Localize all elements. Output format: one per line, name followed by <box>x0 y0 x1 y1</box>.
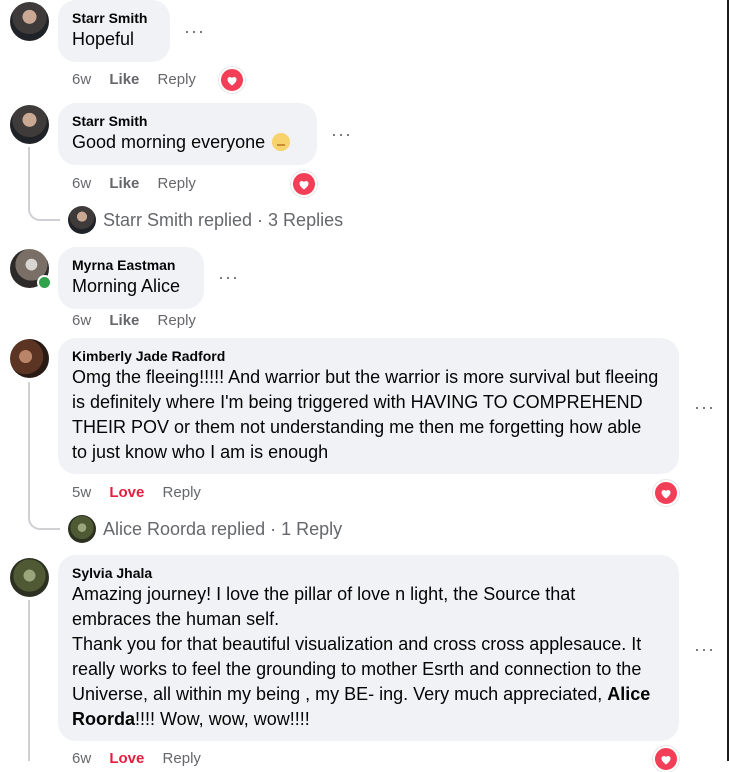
reply-button[interactable]: Reply <box>163 484 201 501</box>
comment-text: Amazing journey! I love the pillar of lo… <box>72 582 659 732</box>
thread-connector <box>28 512 60 530</box>
avatar[interactable] <box>10 2 49 41</box>
comment-actions: 6w Like Reply <box>72 175 210 192</box>
replies-summary[interactable]: Starr Smith replied · 3 Replies <box>103 210 343 231</box>
reply-button[interactable]: Reply <box>158 71 196 88</box>
comment-paragraph-text: Thank you for that beautiful visualizati… <box>72 634 642 704</box>
thread-line <box>28 600 30 761</box>
comment-paragraph: Thank you for that beautiful visualizati… <box>72 632 659 732</box>
like-button[interactable]: Like <box>109 175 139 192</box>
comment-text: Hopeful <box>72 29 135 49</box>
heart-reaction-icon[interactable] <box>653 746 679 772</box>
view-replies-link[interactable]: Starr Smith replied · 3 Replies <box>68 206 343 234</box>
comment-actions: 5w Love Reply <box>72 484 215 501</box>
reply-avatar <box>68 515 96 543</box>
comment-bubble: Starr Smith Good morning everyone <box>58 103 317 165</box>
comment-bubble: Kimberly Jade Radford Omg the fleeing!!!… <box>58 338 679 474</box>
comment-bubble: Myrna Eastman Morning Alice <box>58 247 204 309</box>
comment-actions: 6w Like Reply <box>72 71 210 88</box>
more-options-icon[interactable]: ··· <box>218 268 239 286</box>
heart-reaction-icon[interactable] <box>653 480 679 506</box>
thread-line <box>28 147 30 205</box>
replies-summary[interactable]: Alice Roorda replied · 1 Reply <box>103 519 342 540</box>
comment-author[interactable]: Starr Smith <box>72 9 156 27</box>
comment-paragraph: Amazing journey! I love the pillar of lo… <box>72 584 576 629</box>
more-options-icon[interactable]: ··· <box>331 125 352 143</box>
thread-connector <box>28 203 60 221</box>
view-replies-link[interactable]: Alice Roorda replied · 1 Reply <box>68 515 342 543</box>
comment-author[interactable]: Starr Smith <box>72 112 303 130</box>
reply-button[interactable]: Reply <box>158 175 196 192</box>
comment-bubble: Sylvia Jhala Amazing journey! I love the… <box>58 555 679 741</box>
thread-line <box>28 382 30 514</box>
more-options-icon[interactable]: ··· <box>694 640 715 658</box>
like-button[interactable]: Like <box>109 71 139 88</box>
reply-button[interactable]: Reply <box>163 750 201 767</box>
reply-avatar <box>68 206 96 234</box>
love-button[interactable]: Love <box>109 484 144 501</box>
comment-actions: 6w Like Reply <box>72 312 210 329</box>
comment-text: Good morning everyone <box>72 130 303 155</box>
heart-reaction-icon[interactable] <box>291 171 317 197</box>
comment-bubble: Starr Smith Hopeful <box>58 0 170 62</box>
comment-text-content: Good morning everyone <box>72 132 266 152</box>
comment-text: Omg the fleeing!!!!! And warrior but the… <box>72 367 659 462</box>
comment-author[interactable]: Kimberly Jade Radford <box>72 347 659 365</box>
avatar[interactable] <box>10 558 49 597</box>
reply-button[interactable]: Reply <box>158 312 196 329</box>
like-button[interactable]: Like <box>109 312 139 329</box>
online-status-icon <box>37 275 52 290</box>
comment-author[interactable]: Sylvia Jhala <box>72 564 659 582</box>
comment-paragraph-end: !!!! Wow, wow, wow!!!! <box>135 709 310 729</box>
comment-time[interactable]: 6w <box>72 71 91 88</box>
comment-time[interactable]: 6w <box>72 175 91 192</box>
comment-time[interactable]: 6w <box>72 312 91 329</box>
comment-time[interactable]: 5w <box>72 484 91 501</box>
more-options-icon[interactable]: ··· <box>694 398 715 416</box>
love-button[interactable]: Love <box>109 750 144 767</box>
heart-reaction-icon[interactable] <box>219 67 245 93</box>
more-options-icon[interactable]: ··· <box>184 22 205 40</box>
avatar[interactable] <box>10 105 49 144</box>
comment-time[interactable]: 6w <box>72 750 91 767</box>
comment-text: Morning Alice <box>72 276 181 296</box>
comment-actions: 6w Love Reply <box>72 750 215 767</box>
smile-emoji-icon <box>272 133 291 151</box>
comment-author[interactable]: Myrna Eastman <box>72 256 190 274</box>
avatar[interactable] <box>10 339 49 378</box>
